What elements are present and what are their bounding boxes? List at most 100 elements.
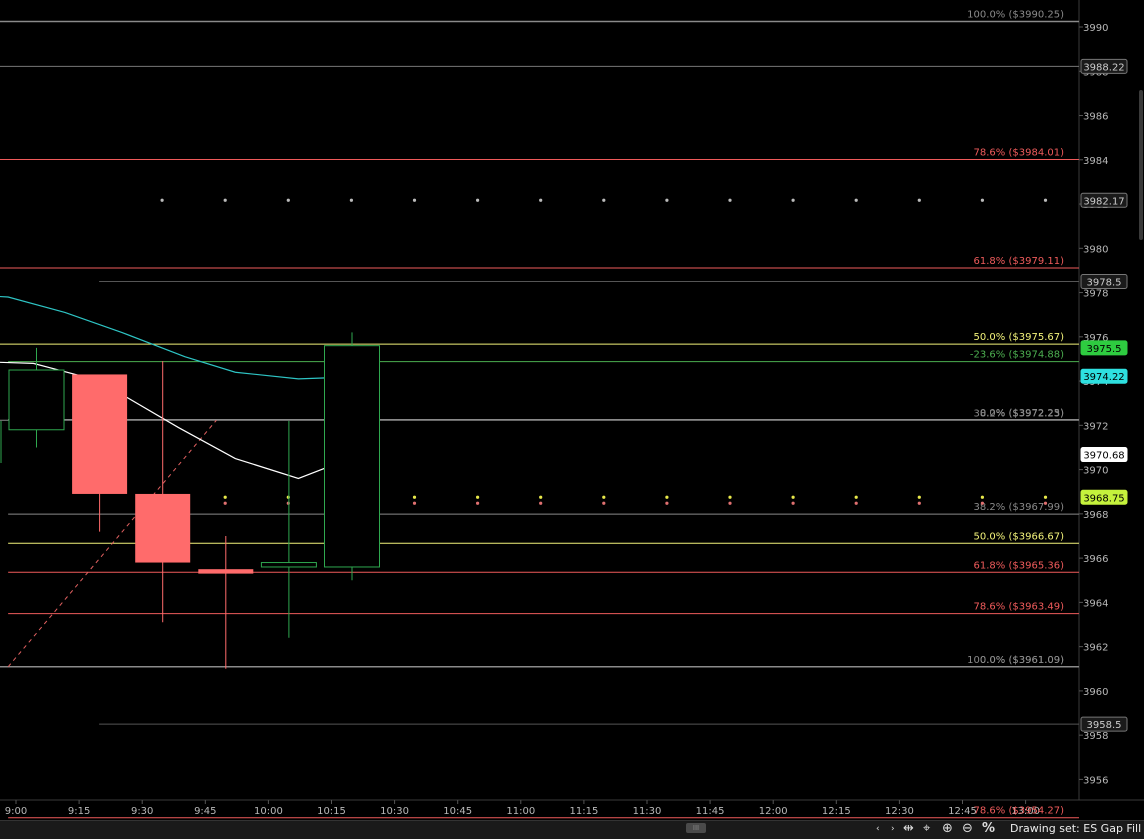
fib-level-label: 38.2% ($3967.99) bbox=[974, 502, 1065, 513]
y-tick-label: 3978 bbox=[1083, 289, 1108, 300]
x-tick-label: 10:45 bbox=[443, 806, 472, 817]
price-tag-label: 3970.68 bbox=[1083, 451, 1124, 462]
x-tick-label: 9:00 bbox=[5, 806, 27, 817]
candle-body bbox=[198, 569, 254, 574]
y-tick-label: 3970 bbox=[1083, 466, 1108, 477]
level-dot bbox=[539, 198, 543, 202]
scroll-left-icon[interactable]: ‹ bbox=[876, 820, 880, 838]
level-dot bbox=[1043, 501, 1048, 505]
price-tag-label: 3958.5 bbox=[1087, 720, 1122, 731]
price-tag-label: 3982.17 bbox=[1083, 196, 1124, 207]
y-tick-label: 3956 bbox=[1083, 775, 1108, 786]
level-dot bbox=[223, 198, 227, 202]
level-dot bbox=[476, 495, 480, 499]
level-dot bbox=[665, 198, 669, 202]
level-dot bbox=[286, 198, 290, 202]
y-tick-label: 3984 bbox=[1083, 156, 1108, 167]
y-tick-label: 3980 bbox=[1083, 244, 1108, 255]
level-dot bbox=[791, 495, 795, 499]
x-tick-label: 12:00 bbox=[759, 806, 788, 817]
x-tick-label: 12:15 bbox=[822, 806, 851, 817]
level-dot bbox=[917, 198, 921, 202]
level-dot bbox=[791, 198, 795, 202]
price-tag: 3978.5 bbox=[1080, 273, 1128, 289]
level-dot bbox=[539, 495, 543, 499]
level-dot bbox=[602, 495, 606, 499]
x-tick-label: 10:30 bbox=[380, 806, 409, 817]
level-dot bbox=[665, 495, 669, 499]
level-dot bbox=[286, 501, 290, 505]
candle-body bbox=[324, 345, 380, 568]
candle-body bbox=[8, 369, 65, 431]
zoom-in-icon[interactable]: ⊕ bbox=[942, 820, 953, 838]
level-dot bbox=[854, 501, 858, 505]
level-dot bbox=[728, 501, 732, 505]
y-tick-label: 3986 bbox=[1083, 112, 1108, 123]
drawing-set-label[interactable]: Drawing set: ES Gap Fill bbox=[1010, 820, 1141, 838]
price-tag-label: 3974.22 bbox=[1083, 372, 1124, 383]
zoom-out-icon[interactable]: ⊖ bbox=[962, 820, 973, 838]
y-tick-label: 3968 bbox=[1083, 510, 1108, 521]
level-dot bbox=[980, 501, 985, 505]
candle-body bbox=[72, 374, 128, 494]
level-dot bbox=[223, 501, 227, 505]
percent-icon[interactable]: % bbox=[982, 820, 995, 838]
level-dot bbox=[917, 501, 921, 505]
level-dot bbox=[728, 495, 732, 499]
level-dot bbox=[728, 198, 732, 202]
level-dot bbox=[476, 501, 480, 505]
fib-level-label: 50.0% ($3966.67) bbox=[974, 531, 1065, 542]
fib-level-label: 61.8% ($3979.11) bbox=[974, 256, 1065, 267]
price-tag: 3970.68 bbox=[1080, 447, 1128, 463]
level-dot bbox=[412, 495, 417, 499]
price-tag: 3958.5 bbox=[1080, 716, 1128, 732]
level-dot bbox=[476, 198, 480, 202]
x-tick-label: 11:00 bbox=[506, 806, 535, 817]
fib-level-label: 78.6% ($3954.27) bbox=[974, 806, 1065, 817]
crosshair-icon[interactable]: ⌖ bbox=[923, 820, 930, 838]
x-tick-label: 10:15 bbox=[317, 806, 346, 817]
level-dot bbox=[223, 495, 227, 499]
x-tick-label: 10:00 bbox=[254, 806, 283, 817]
pan-left-right-icon[interactable]: ⇹ bbox=[903, 820, 914, 838]
y-tick-label: 3966 bbox=[1083, 554, 1108, 565]
level-dot bbox=[412, 198, 417, 202]
fib-level-label: 78.6% ($3963.49) bbox=[974, 602, 1065, 613]
price-tag: 3968.75 bbox=[1080, 489, 1128, 505]
x-tick-label: 9:45 bbox=[194, 806, 216, 817]
y-tick-label: 3962 bbox=[1083, 643, 1108, 654]
level-dot bbox=[160, 198, 164, 202]
x-tick-label: 9:15 bbox=[68, 806, 90, 817]
y-tick-label: 3960 bbox=[1083, 687, 1108, 698]
x-tick-label: 9:30 bbox=[131, 806, 153, 817]
fib-level-label: 0.0% ($3972.25) bbox=[980, 408, 1064, 419]
price-tag: 3988.22 bbox=[1080, 58, 1128, 74]
fib-level-label: 78.6% ($3984.01) bbox=[974, 148, 1065, 159]
price-tag-label: 3968.75 bbox=[1083, 493, 1124, 504]
level-dot bbox=[349, 198, 353, 202]
level-dot bbox=[412, 501, 417, 505]
level-dot bbox=[980, 198, 985, 202]
scroll-right-icon[interactable]: › bbox=[891, 820, 895, 838]
fib-level-label: -23.6% ($3974.88) bbox=[970, 350, 1064, 361]
vertical-scrollbar[interactable] bbox=[1139, 90, 1143, 240]
candle-body bbox=[135, 493, 191, 563]
horizontal-scroll-thumb[interactable]: III bbox=[686, 823, 706, 833]
level-dot bbox=[980, 495, 985, 499]
y-tick-label: 3964 bbox=[1083, 598, 1108, 609]
level-dot bbox=[917, 495, 921, 499]
y-tick-label: 3990 bbox=[1083, 23, 1108, 34]
chart-background bbox=[0, 0, 1144, 838]
fib-level-label: 100.0% ($3961.09) bbox=[967, 655, 1064, 666]
x-tick-label: 11:45 bbox=[696, 806, 725, 817]
x-tick-label: 11:30 bbox=[633, 806, 662, 817]
level-dot bbox=[665, 501, 669, 505]
price-tag: 3975.5 bbox=[1080, 340, 1128, 356]
price-chart[interactable]: 3956 3958 3960 3962 3964 3966 3968 3970 3972 3974… bbox=[0, 0, 1144, 838]
level-dot bbox=[539, 501, 543, 505]
level-dot bbox=[854, 198, 858, 202]
price-tag-label: 3975.5 bbox=[1087, 344, 1122, 355]
x-tick-label: 11:15 bbox=[569, 806, 598, 817]
fib-level-label: 50.0% ($3975.67) bbox=[974, 332, 1065, 343]
x-tick-label: 12:30 bbox=[885, 806, 914, 817]
